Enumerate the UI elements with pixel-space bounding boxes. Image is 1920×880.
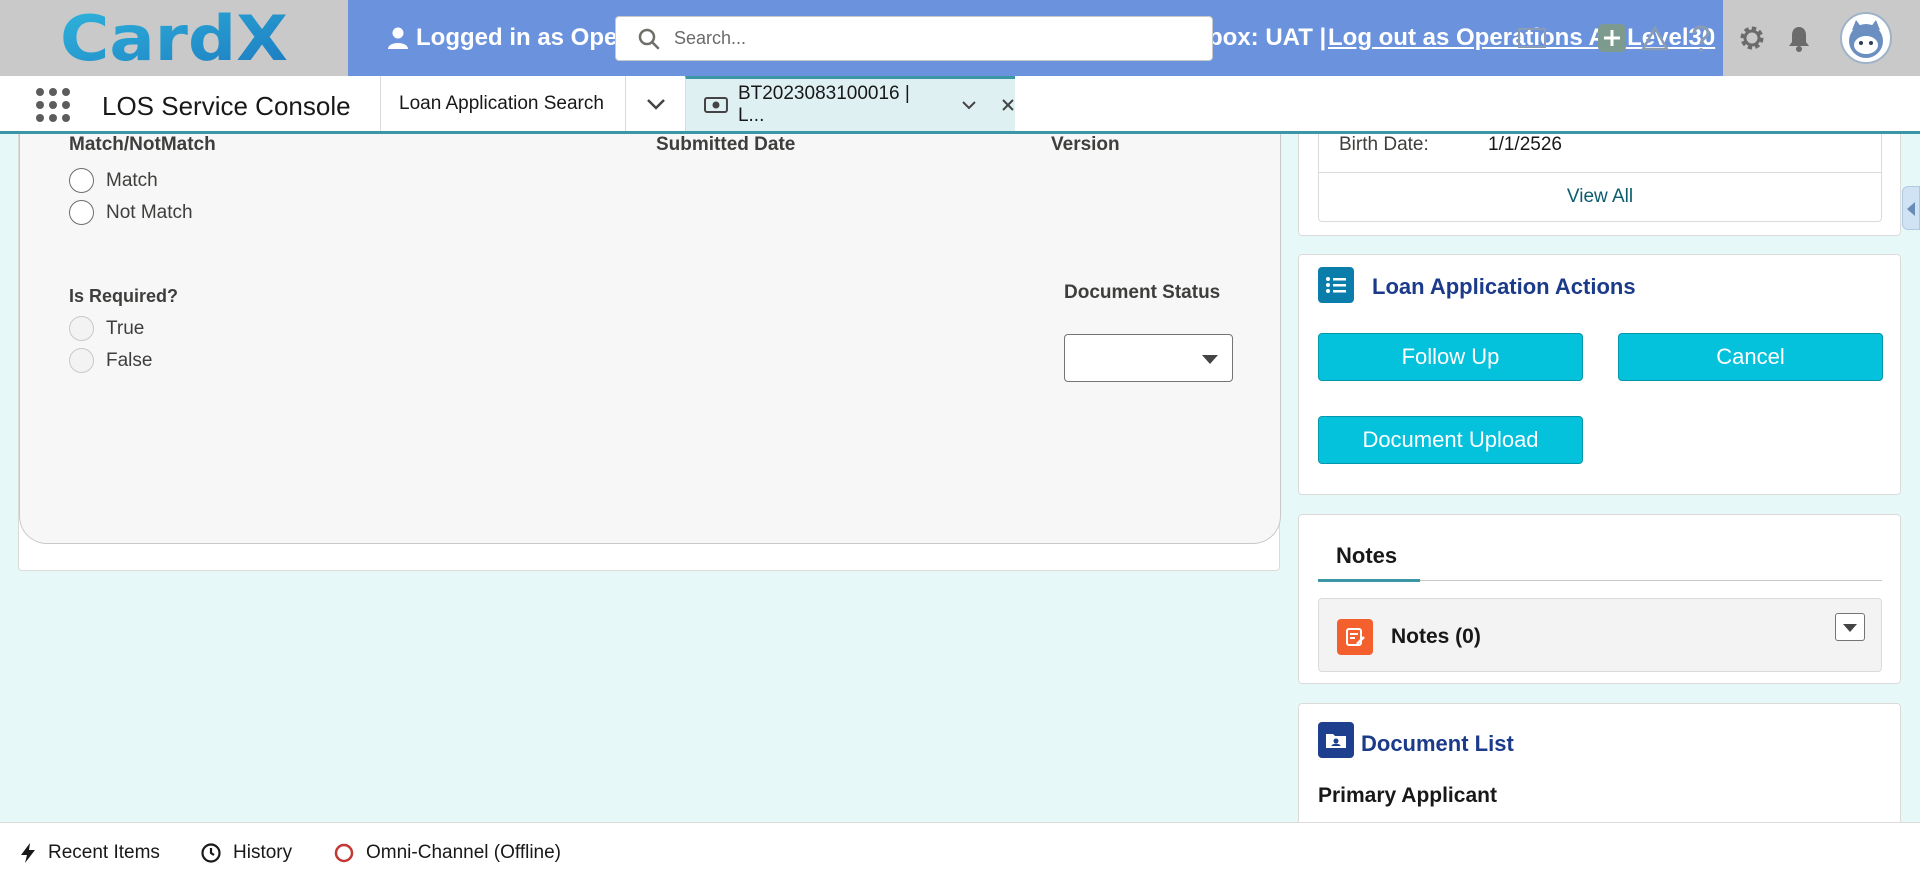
logo-text: CardX (60, 6, 288, 72)
radio-circle (69, 316, 94, 341)
document-detail-panel: Match/NotMatch Submitted Date Version Ma… (19, 134, 1281, 544)
birth-date-label: Birth Date: (1339, 134, 1429, 155)
utility-label: History (233, 842, 293, 863)
divider (1319, 172, 1881, 173)
notes-card: Notes Notes (0) (1298, 514, 1901, 684)
chevron-left-icon (1907, 202, 1915, 216)
chevron-down-icon (646, 98, 665, 110)
folder-icon (1318, 722, 1354, 758)
document-upload-button[interactable]: Document Upload (1318, 416, 1583, 464)
list-icon (1318, 267, 1354, 303)
utility-label: Recent Items (48, 842, 160, 863)
trailhead-icon[interactable] (1638, 18, 1672, 58)
radio-label: False (106, 349, 153, 371)
follow-up-button[interactable]: Follow Up (1318, 333, 1583, 381)
radio-circle[interactable] (69, 200, 94, 225)
app-launcher-icon[interactable] (36, 88, 70, 122)
radio-circle[interactable] (69, 168, 94, 193)
radio-label: True (106, 317, 145, 339)
notes-count-title[interactable]: Notes (0) (1391, 625, 1481, 649)
applicant-info-card: Birth Date: 1/1/2526 View All (1298, 134, 1901, 236)
user-icon (388, 27, 408, 49)
card-title: Loan Application Actions (1372, 274, 1636, 299)
search-icon (638, 28, 660, 49)
cancel-button[interactable]: Cancel (1618, 333, 1883, 381)
global-search[interactable] (615, 16, 1213, 61)
match-notmatch-label: Match/NotMatch (69, 134, 216, 155)
favorites-icon[interactable] (1515, 18, 1549, 58)
radio-circle (69, 348, 94, 373)
radio-label: Not Match (106, 201, 193, 223)
logged-in-text: Logged in as Opera (416, 24, 641, 51)
active-tab-indicator (1318, 579, 1420, 582)
cardx-logo: CardX (60, 6, 288, 72)
document-status-label: Document Status (1064, 282, 1221, 303)
tab-label: BT2023083100016 | L... (737, 83, 910, 126)
add-icon[interactable] (1595, 18, 1629, 58)
logged-in-info: Logged in as Opera (388, 24, 640, 52)
card-title: Document List (1361, 731, 1514, 756)
tab-notes[interactable]: Notes (1318, 543, 1882, 582)
tab-overflow-chevron[interactable] (625, 76, 685, 131)
is-required-false-radio: False (69, 348, 152, 373)
loan-application-actions-card: Loan Application Actions Follow Up Cance… (1298, 254, 1901, 495)
document-status-select[interactable] (1064, 334, 1233, 382)
notes-actions-dropdown[interactable] (1835, 613, 1865, 641)
radio-label: Match (106, 169, 158, 191)
sandbox-text: box: UAT | (1208, 24, 1327, 51)
tab-label: Loan Application Search (399, 92, 604, 114)
caret-down-icon (1202, 355, 1218, 364)
is-required-true-radio: True (69, 316, 144, 341)
notification-bell-icon[interactable] (1782, 18, 1816, 58)
caret-down-icon (1843, 624, 1857, 632)
birth-date-value: 1/1/2526 (1488, 134, 1562, 155)
utility-bar: Recent Items History Omni-Channel (Offli… (0, 822, 1920, 880)
is-required-label: Is Required? (69, 286, 179, 306)
tab-loan-application-record[interactable]: BT2023083100016 | L... (685, 76, 1015, 131)
applicant-info-panel: Birth Date: 1/1/2526 View All (1318, 134, 1882, 222)
tab-label: Notes (1336, 543, 1398, 568)
utility-omni-channel[interactable]: Omni-Channel (Offline) (334, 842, 561, 864)
not-match-radio[interactable]: Not Match (69, 200, 193, 225)
tab-loan-application-search[interactable]: Loan Application Search (380, 76, 625, 131)
notes-related-list: Notes (0) (1318, 598, 1882, 672)
version-label: Version (1051, 134, 1120, 155)
top-banner: CardX Logged in as Opera box: UAT | Log … (0, 0, 1920, 76)
match-radio[interactable]: Match (69, 168, 158, 193)
app-name: LOS Service Console (102, 91, 351, 121)
money-icon (704, 97, 728, 113)
offline-status-icon (334, 843, 354, 863)
panel-collapse-tab[interactable] (1902, 186, 1920, 230)
search-input[interactable] (674, 28, 1174, 49)
clock-icon (201, 843, 221, 863)
lightning-icon (21, 843, 35, 863)
utility-label: Omni-Channel (Offline) (366, 842, 562, 863)
gear-icon[interactable] (1735, 18, 1769, 58)
submitted-date-label: Submitted Date (656, 134, 796, 155)
avatar[interactable] (1840, 12, 1892, 64)
utility-history[interactable]: History (201, 842, 292, 864)
help-icon[interactable] (1684, 18, 1718, 58)
utility-recent-items[interactable]: Recent Items (20, 842, 160, 864)
primary-applicant-heading: Primary Applicant (1318, 784, 1497, 807)
close-icon[interactable] (1001, 98, 1015, 112)
document-detail-card: Match/NotMatch Submitted Date Version Ma… (18, 134, 1281, 571)
app-navigation-bar: LOS Service Console Loan Application Sea… (0, 76, 1920, 134)
note-icon (1337, 619, 1373, 655)
chevron-down-icon[interactable] (961, 100, 977, 110)
view-all-link[interactable]: View All (1319, 186, 1881, 208)
